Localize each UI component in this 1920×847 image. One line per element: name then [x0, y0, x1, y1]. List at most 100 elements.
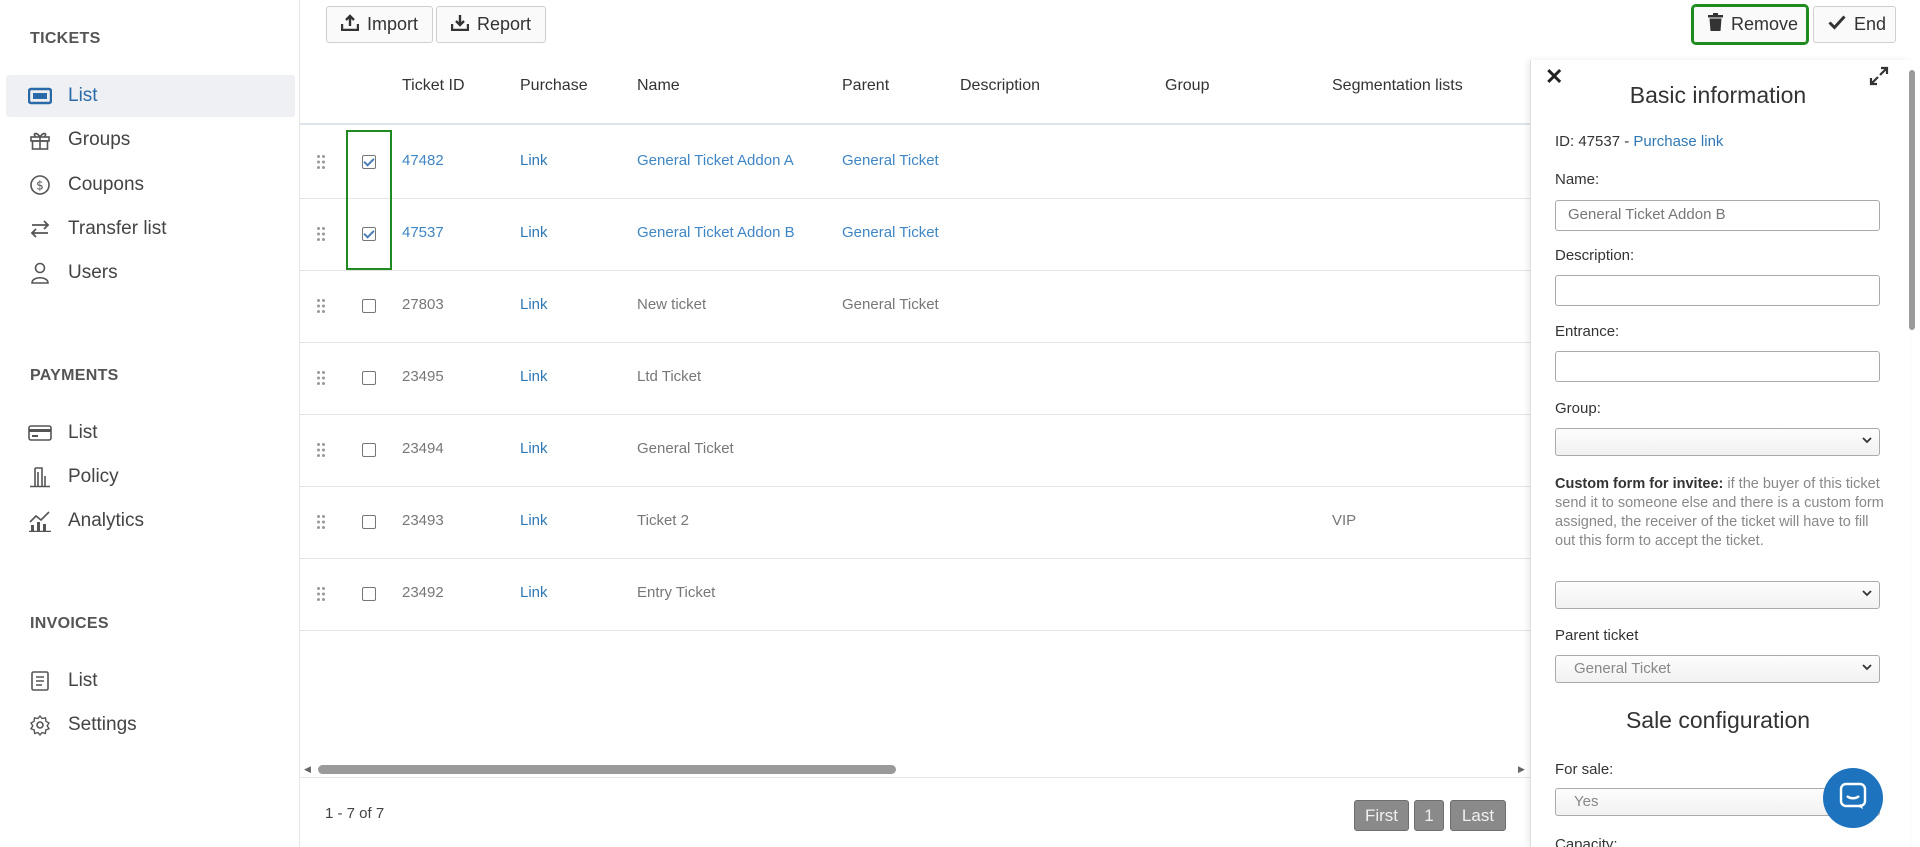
drag-handle-icon[interactable]: [316, 514, 326, 530]
drag-handle-icon[interactable]: [316, 442, 326, 458]
table-row[interactable]: 47482 Link General Ticket Addon A General T…: [300, 127, 1530, 199]
column-header-name[interactable]: Name: [637, 77, 680, 95]
column-header-group[interactable]: Group: [1165, 77, 1209, 95]
drag-handle-icon[interactable]: [316, 226, 326, 242]
purchase-link[interactable]: Link: [520, 224, 548, 241]
table-row[interactable]: 27803 Link New ticket General Ticket: [300, 271, 1530, 343]
remove-button[interactable]: Remove: [1691, 4, 1809, 45]
entrance-field[interactable]: [1555, 351, 1880, 382]
sidebar-item-groups[interactable]: Groups: [6, 119, 295, 161]
row-checkbox[interactable]: [362, 443, 376, 457]
report-button[interactable]: Report: [436, 6, 547, 43]
capacity-label: Capacity:: [1555, 836, 1618, 847]
panel-scrollbar[interactable]: [1905, 60, 1920, 847]
panel-title: Basic information: [1629, 82, 1807, 108]
transfer-icon: [26, 215, 54, 243]
column-header-ticket-id[interactable]: Ticket ID: [402, 77, 465, 95]
name-cell: Ltd Ticket: [637, 368, 702, 385]
section-title-tickets: TICKETS: [30, 30, 101, 47]
ticket-id-line: ID: 47537 - Purchase link: [1555, 133, 1723, 150]
ticket-icon: [26, 82, 54, 110]
purchase-link[interactable]: Link: [520, 368, 548, 385]
parent-ticket-value: General Ticket: [1574, 660, 1671, 677]
sidebar-item-users[interactable]: Users: [6, 252, 295, 294]
description-field[interactable]: [1555, 275, 1880, 306]
chat-button[interactable]: [1823, 768, 1883, 828]
column-header-purchase[interactable]: Purchase: [520, 77, 588, 95]
ticket-id-cell: 23494: [402, 440, 444, 457]
purchase-link[interactable]: Link: [520, 296, 548, 313]
purchase-link[interactable]: Link: [520, 440, 548, 457]
sidebar-item-tickets-list[interactable]: List: [6, 75, 295, 117]
row-checkbox[interactable]: [362, 371, 376, 385]
drag-handle-icon[interactable]: [316, 586, 326, 602]
ticket-id-cell: 27803: [402, 296, 444, 313]
drag-handle-icon[interactable]: [316, 154, 326, 170]
ticket-id-cell: 23492: [402, 584, 444, 601]
table-row[interactable]: 23495 Link Ltd Ticket: [300, 343, 1530, 415]
row-checkbox[interactable]: [362, 515, 376, 529]
sidebar-item-label: Policy: [68, 466, 119, 487]
import-button[interactable]: Import: [326, 6, 434, 43]
group-label: Group:: [1555, 400, 1601, 417]
name-field[interactable]: General Ticket Addon B: [1555, 200, 1880, 231]
pagination-range: 1 - 7 of 7: [325, 805, 385, 822]
svg-text:$: $: [36, 179, 44, 193]
scroll-right-icon[interactable]: ▶: [1518, 764, 1525, 775]
section-title-invoices: INVOICES: [30, 615, 109, 632]
table-row[interactable]: 47537 Link General Ticket Addon B General T…: [300, 199, 1530, 271]
page-1-button[interactable]: 1: [1414, 800, 1444, 831]
name-cell: General Ticket Addon B: [637, 224, 795, 241]
upload-icon: [340, 13, 360, 36]
column-header-segmentation-lists[interactable]: Segmentation lists: [1332, 77, 1463, 95]
drag-handle-icon[interactable]: [316, 370, 326, 386]
group-select[interactable]: [1555, 428, 1880, 456]
tickets-table: Ticket ID Purchase Name Parent Descripti…: [300, 53, 1530, 773]
sale-configuration-title: Sale configuration: [1625, 707, 1811, 733]
ticket-id-text: ID: 47537 -: [1555, 133, 1634, 150]
purchase-link[interactable]: Link: [520, 584, 548, 601]
sidebar-item-policy[interactable]: Policy: [6, 456, 295, 498]
sidebar-item-label: Groups: [68, 129, 131, 150]
sidebar-item-coupons[interactable]: $ Coupons: [6, 164, 295, 206]
name-cell: New ticket: [637, 296, 707, 313]
sidebar-item-analytics[interactable]: Analytics: [6, 500, 295, 542]
horizontal-scrollbar[interactable]: ◀ ▶: [300, 760, 1530, 776]
sidebar-item-label: Analytics: [68, 510, 145, 531]
sidebar-item-label: List: [68, 422, 98, 443]
selection-highlight: [346, 130, 392, 270]
table-footer: 1 - 7 of 7 First 1 Last: [300, 777, 1530, 847]
parent-cell: General Ticket: [842, 152, 939, 169]
description-label: Description:: [1555, 247, 1635, 264]
sidebar-item-payments-list[interactable]: List: [6, 412, 295, 454]
scrollbar-thumb[interactable]: [1909, 70, 1915, 330]
custom-form-select[interactable]: [1555, 581, 1880, 609]
parent-ticket-select[interactable]: General Ticket: [1555, 655, 1880, 683]
sidebar-item-settings[interactable]: Settings: [6, 704, 295, 746]
table-row[interactable]: 23494 Link General Ticket: [300, 415, 1530, 487]
purchase-link[interactable]: Link: [520, 512, 548, 529]
document-icon: [26, 667, 54, 695]
row-checkbox[interactable]: [362, 299, 376, 313]
column-header-description[interactable]: Description: [960, 77, 1040, 95]
scrollbar-thumb[interactable]: [318, 765, 896, 774]
table-row[interactable]: 23493 Link Ticket 2 VIP: [300, 487, 1530, 559]
name-cell: Ticket 2: [637, 512, 689, 529]
detail-panel: ✕ Basic information ID: 47537 - Purchase…: [1530, 60, 1910, 847]
table-row[interactable]: 23492 Link Entry Ticket: [300, 559, 1530, 631]
first-page-button[interactable]: First: [1354, 800, 1409, 831]
row-checkbox[interactable]: [362, 587, 376, 601]
sidebar-item-transfer-list[interactable]: Transfer list: [6, 208, 295, 250]
sidebar-item-label: List: [68, 670, 98, 691]
last-page-button[interactable]: Last: [1450, 800, 1506, 831]
column-header-parent[interactable]: Parent: [842, 77, 889, 95]
end-button[interactable]: End: [1813, 6, 1896, 43]
parent-ticket-label: Parent ticket: [1555, 627, 1639, 644]
scroll-left-icon[interactable]: ◀: [304, 764, 311, 775]
section-title-payments: PAYMENTS: [30, 367, 119, 384]
purchase-link[interactable]: Link: [520, 152, 548, 169]
purchase-link[interactable]: Purchase link: [1633, 133, 1723, 150]
drag-handle-icon[interactable]: [316, 298, 326, 314]
report-label: Report: [477, 14, 532, 34]
sidebar-item-invoices-list[interactable]: List: [6, 660, 295, 702]
